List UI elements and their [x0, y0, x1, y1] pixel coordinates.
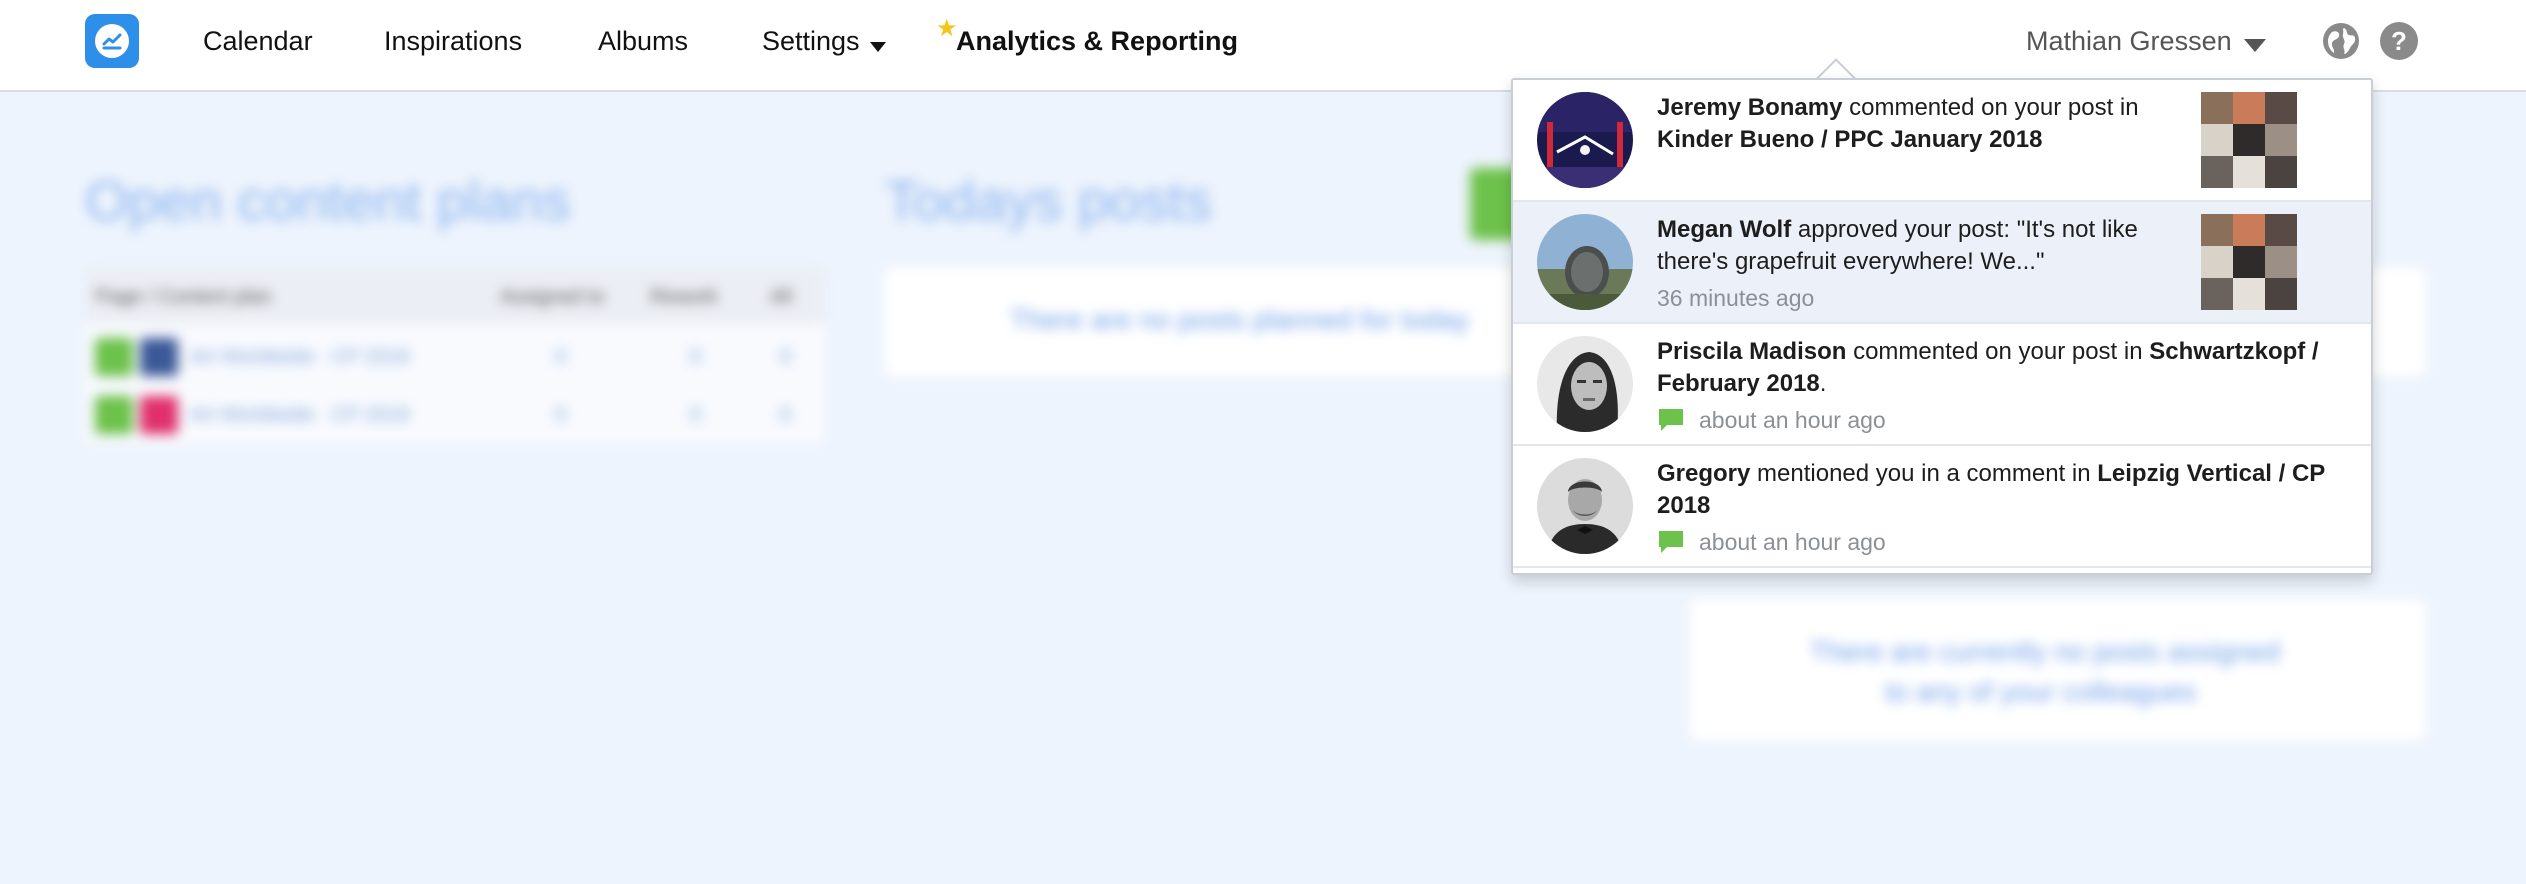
- avatar: [1537, 458, 1633, 554]
- logo-checkmark-icon: [95, 24, 129, 58]
- notification-time: about an hour ago: [1657, 524, 2337, 560]
- notification-text: Gregory mentioned you in a comment in Le…: [1657, 458, 2337, 560]
- empty-state-line-1: There are currently no posts assigned: [1810, 636, 2281, 667]
- chevron-down-icon: [2243, 26, 2266, 60]
- nav-settings[interactable]: Settings: [762, 24, 886, 60]
- all-count: 0: [780, 404, 792, 426]
- notification-text: Priscila Madison commented on your post …: [1657, 336, 2337, 438]
- comment-icon: [1657, 529, 1685, 555]
- todays-posts-title: Todays posts: [885, 169, 1212, 232]
- nav-calendar[interactable]: Calendar: [203, 24, 313, 58]
- post-thumbnail: [2201, 214, 2297, 310]
- status-square: [95, 396, 133, 434]
- column-header: All: [770, 286, 793, 308]
- avatar: [1537, 336, 1633, 432]
- content-plans-table: Page / Content plan Assigned to Rework A…: [85, 268, 825, 443]
- table-row[interactable]: Art Worldwide · CP 2018 0 0 0: [85, 386, 825, 442]
- notification-action: commented on your post in: [1846, 338, 2150, 365]
- user-name: Mathian Gressen: [2026, 26, 2232, 56]
- all-count: 0: [780, 346, 792, 368]
- time-label: about an hour ago: [1699, 407, 1886, 433]
- assigned-count: 0: [555, 404, 567, 426]
- plan-name: Art Worldwide · CP 2018: [190, 404, 410, 426]
- chevron-down-icon: [869, 26, 886, 60]
- notification-target: Kinder Bueno / PPC January 2018: [1657, 126, 2043, 153]
- nav-albums[interactable]: Albums: [598, 24, 688, 58]
- rework-count: 0: [690, 346, 702, 368]
- notification-item[interactable]: Gregory mentioned you in a comment in Le…: [1513, 446, 2371, 568]
- empty-state-line-2: to any of your colleagues: [1885, 676, 2197, 707]
- notification-time: 36 minutes ago: [1657, 280, 2187, 316]
- assigned-count: 0: [555, 346, 567, 368]
- notification-actor: Megan Wolf: [1657, 216, 1792, 243]
- notification-text: Megan Wolf approved your post: "It's not…: [1657, 214, 2187, 316]
- app-logo-icon[interactable]: [85, 14, 139, 68]
- notification-action: mentioned you in a comment in: [1750, 460, 2098, 487]
- notification-item[interactable]: Megan Wolf approved your post: "It's not…: [1513, 202, 2371, 324]
- table-header: Page / Content plan Assigned to Rework A…: [85, 268, 825, 324]
- help-icon[interactable]: ?: [2380, 22, 2418, 60]
- globe-notification-icon[interactable]: [2322, 22, 2360, 60]
- status-square: [95, 338, 133, 376]
- notification-text: Jeremy Bonamy commented on your post in …: [1657, 92, 2187, 156]
- open-content-plans-title: Open content plans: [85, 169, 571, 232]
- notification-action: commented on your post in: [1842, 94, 2139, 121]
- notifications-dropdown: Jeremy Bonamy commented on your post in …: [1511, 78, 2373, 575]
- facebook-icon: [140, 338, 178, 376]
- user-menu[interactable]: Mathian Gressen: [2026, 24, 2266, 60]
- instagram-icon: [140, 396, 178, 434]
- notification-actor: Gregory: [1657, 460, 1751, 487]
- table-row[interactable]: Art Worldwide · CP 2018 0 0 0: [85, 328, 825, 384]
- post-thumbnail: [2201, 92, 2297, 188]
- time-label: about an hour ago: [1699, 529, 1886, 555]
- column-header: Assigned to: [500, 286, 605, 308]
- nav-settings-label: Settings: [762, 26, 860, 56]
- avatar: [1537, 214, 1633, 310]
- nav-inspirations[interactable]: Inspirations: [384, 24, 522, 58]
- time-label: 36 minutes ago: [1657, 285, 1815, 311]
- notification-item[interactable]: Jeremy Bonamy commented on your post in …: [1513, 80, 2371, 202]
- comment-icon: [1657, 407, 1685, 433]
- star-icon: ★: [936, 15, 958, 42]
- column-header: Page / Content plan: [95, 286, 272, 308]
- notification-item[interactable]: Priscila Madison commented on your post …: [1513, 324, 2371, 446]
- plan-name: Art Worldwide · CP 2018: [190, 346, 410, 368]
- nav-analytics-reporting[interactable]: Analytics & Reporting: [956, 24, 1238, 58]
- empty-state-text: There are no posts planned for today: [1010, 304, 1470, 335]
- column-header: Rework: [650, 286, 718, 308]
- notification-suffix: .: [1819, 370, 1827, 397]
- avatar: [1537, 92, 1633, 188]
- rework-count: 0: [690, 404, 702, 426]
- notification-actor: Jeremy Bonamy: [1657, 94, 1843, 121]
- notification-actor: Priscila Madison: [1657, 338, 1847, 365]
- notification-time: about an hour ago: [1657, 402, 2337, 438]
- assigned-posts-card: There are currently no posts assigned to…: [1690, 600, 2425, 740]
